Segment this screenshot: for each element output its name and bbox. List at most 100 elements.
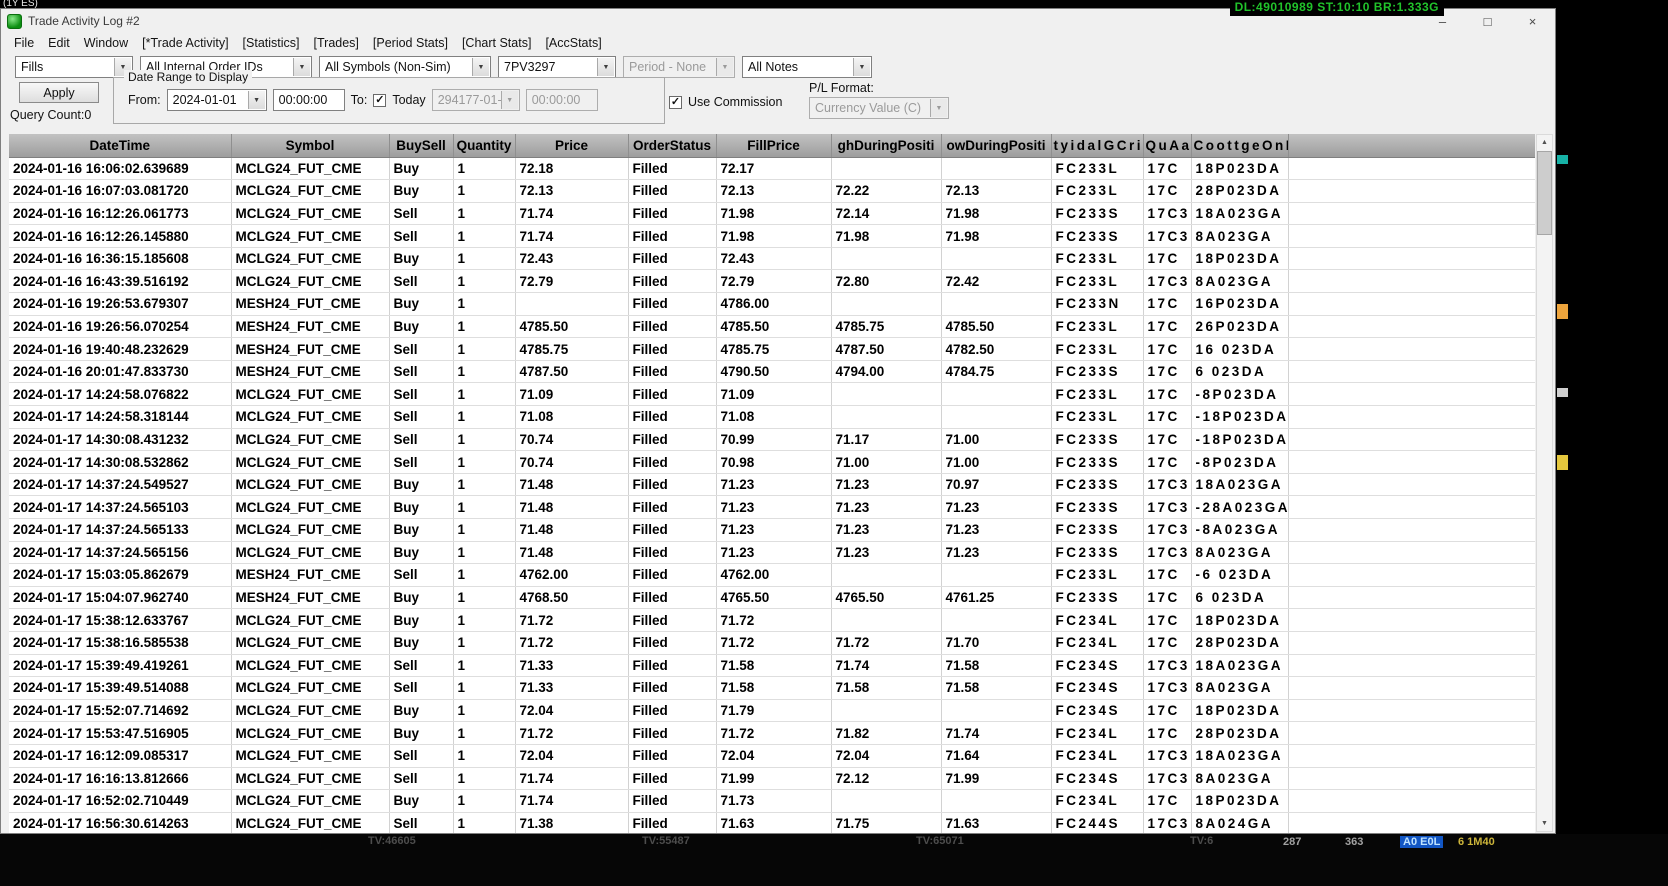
table-row[interactable]: 2024-01-16 16:12:26.145880MCLG24_FUT_CME… xyxy=(9,225,1535,248)
table-row[interactable]: 2024-01-16 19:26:53.679307MESH24_FUT_CME… xyxy=(9,293,1535,316)
table-row[interactable]: 2024-01-17 15:38:16.585538MCLG24_FUT_CME… xyxy=(9,631,1535,654)
chevron-down-icon[interactable]: ▼ xyxy=(853,58,870,76)
table-row[interactable]: 2024-01-17 15:39:49.514088MCLG24_FUT_CME… xyxy=(9,677,1535,700)
table-row[interactable]: 2024-01-17 15:39:49.419261MCLG24_FUT_CME… xyxy=(9,654,1535,677)
cell-fillprice: 4785.50 xyxy=(716,315,831,338)
table-row[interactable]: 2024-01-17 16:52:02.710449MCLG24_FUT_CME… xyxy=(9,790,1535,813)
log-type-select[interactable]: Fills ▼ xyxy=(15,56,133,78)
cell-buysell: Sell xyxy=(389,360,453,383)
menu-chart-stats[interactable]: [Chart Stats] xyxy=(455,35,538,51)
cell-extra3: -18P023DA xyxy=(1191,406,1288,429)
close-button[interactable]: × xyxy=(1510,9,1555,33)
column-header-symbol[interactable]: Symbol xyxy=(231,134,389,157)
table-row[interactable]: 2024-01-17 14:30:08.431232MCLG24_FUT_CME… xyxy=(9,428,1535,451)
cell-filler xyxy=(1288,157,1535,180)
menu-trades[interactable]: [Trades] xyxy=(307,35,366,51)
chevron-down-icon[interactable]: ▼ xyxy=(597,58,614,76)
table-row[interactable]: 2024-01-16 16:06:02.639689MCLG24_FUT_CME… xyxy=(9,157,1535,180)
background-app-right-area xyxy=(1556,8,1668,834)
use-commission-checkbox[interactable]: ✓ xyxy=(669,96,682,109)
table-row[interactable]: 2024-01-17 16:56:30.614263MCLG24_FUT_CME… xyxy=(9,812,1535,833)
column-header-datetime[interactable]: DateTime xyxy=(9,134,231,157)
cell-high_during_position: 71.23 xyxy=(831,473,941,496)
cell-low_during_position: 72.13 xyxy=(941,180,1051,203)
table-row[interactable]: 2024-01-17 14:24:58.318144MCLG24_FUT_CME… xyxy=(9,406,1535,429)
table-row[interactable]: 2024-01-17 15:52:07.714692MCLG24_FUT_CME… xyxy=(9,699,1535,722)
column-header-price[interactable]: Price xyxy=(515,134,628,157)
cell-datetime: 2024-01-17 15:39:49.514088 xyxy=(9,677,231,700)
table-row[interactable]: 2024-01-17 15:04:07.962740MESH24_FUT_CME… xyxy=(9,586,1535,609)
chevron-down-icon[interactable]: ▼ xyxy=(293,58,310,76)
scroll-up-icon[interactable]: ▲ xyxy=(1537,135,1552,150)
cell-price: 4785.50 xyxy=(515,315,628,338)
cell-buysell: Buy xyxy=(389,586,453,609)
table-row[interactable]: 2024-01-16 16:07:03.081720MCLG24_FUT_CME… xyxy=(9,180,1535,203)
cell-low_during_position: 71.64 xyxy=(941,744,1051,767)
table-row[interactable]: 2024-01-17 14:37:24.565103MCLG24_FUT_CME… xyxy=(9,496,1535,519)
menu-period-stats[interactable]: [Period Stats] xyxy=(366,35,455,51)
cell-filler xyxy=(1288,473,1535,496)
cell-low_during_position: 71.23 xyxy=(941,519,1051,542)
menu-edit[interactable]: Edit xyxy=(41,35,77,51)
from-date-select[interactable]: 2024-01-01 ▼ xyxy=(167,89,267,111)
table-row[interactable]: 2024-01-16 19:40:48.232629MESH24_FUT_CME… xyxy=(9,338,1535,361)
table-row[interactable]: 2024-01-17 14:37:24.549527MCLG24_FUT_CME… xyxy=(9,473,1535,496)
cell-low_during_position xyxy=(941,790,1051,813)
cell-extra1: FC233L xyxy=(1051,383,1143,406)
from-date-value: 2024-01-01 xyxy=(173,93,237,107)
app-icon[interactable] xyxy=(7,14,22,29)
menu-file[interactable]: File xyxy=(7,35,41,51)
column-header-extra2[interactable]: QuAaCrn xyxy=(1143,134,1191,157)
column-header-extra3[interactable]: CoottgeOnIn xyxy=(1191,134,1288,157)
column-header-low_during_position[interactable]: owDuringPositi xyxy=(941,134,1051,157)
cell-filler xyxy=(1288,406,1535,429)
column-header-high_during_position[interactable]: ghDuringPositi xyxy=(831,134,941,157)
table-row[interactable]: 2024-01-17 15:53:47.516905MCLG24_FUT_CME… xyxy=(9,722,1535,745)
from-time-input[interactable] xyxy=(273,89,345,111)
table-row[interactable]: 2024-01-16 19:26:56.070254MESH24_FUT_CME… xyxy=(9,315,1535,338)
column-header-extra1[interactable]: tyidalGCric xyxy=(1051,134,1143,157)
cell-high_during_position: 72.14 xyxy=(831,202,941,225)
scroll-down-icon[interactable]: ▼ xyxy=(1537,816,1552,831)
column-header-quantity[interactable]: Quantity xyxy=(453,134,515,157)
column-header-fillprice[interactable]: FillPrice xyxy=(716,134,831,157)
table-row[interactable]: 2024-01-16 16:36:15.185608MCLG24_FUT_CME… xyxy=(9,247,1535,270)
notes-select[interactable]: All Notes ▼ xyxy=(742,56,872,78)
account-select[interactable]: 7PV3297 ▼ xyxy=(498,56,616,78)
menu-trade-activity[interactable]: [*Trade Activity] xyxy=(135,35,235,51)
cell-symbol: MESH24_FUT_CME xyxy=(231,586,389,609)
scrollbar-thumb[interactable] xyxy=(1537,151,1552,235)
cell-quantity: 1 xyxy=(453,338,515,361)
menu-statistics[interactable]: [Statistics] xyxy=(236,35,307,51)
table-row[interactable]: 2024-01-16 16:12:26.061773MCLG24_FUT_CME… xyxy=(9,202,1535,225)
cell-quantity: 1 xyxy=(453,722,515,745)
maximize-button[interactable]: □ xyxy=(1465,9,1510,33)
column-header-orderstatus[interactable]: OrderStatus xyxy=(628,134,716,157)
table-row[interactable]: 2024-01-17 14:30:08.532862MCLG24_FUT_CME… xyxy=(9,451,1535,474)
log-type-value: Fills xyxy=(21,60,43,74)
cell-quantity: 1 xyxy=(453,157,515,180)
table-row[interactable]: 2024-01-17 15:03:05.862679MESH24_FUT_CME… xyxy=(9,564,1535,587)
cell-filler xyxy=(1288,677,1535,700)
cell-filler xyxy=(1288,202,1535,225)
vertical-scrollbar[interactable]: ▲ ▼ xyxy=(1536,134,1553,832)
apply-button[interactable]: Apply xyxy=(19,82,99,103)
table-row[interactable]: 2024-01-17 16:12:09.085317MCLG24_FUT_CME… xyxy=(9,744,1535,767)
table-row[interactable]: 2024-01-17 14:37:24.565156MCLG24_FUT_CME… xyxy=(9,541,1535,564)
table-row[interactable]: 2024-01-17 15:38:12.633767MCLG24_FUT_CME… xyxy=(9,609,1535,632)
symbols-select[interactable]: All Symbols (Non-Sim) ▼ xyxy=(319,56,491,78)
menu-window[interactable]: Window xyxy=(77,35,135,51)
chevron-down-icon[interactable]: ▼ xyxy=(472,58,489,76)
chevron-down-icon[interactable]: ▼ xyxy=(248,91,265,109)
cell-extra2: 17C xyxy=(1143,564,1191,587)
today-checkbox[interactable]: ✓ xyxy=(373,94,386,107)
table-row[interactable]: 2024-01-17 16:16:13.812666MCLG24_FUT_CME… xyxy=(9,767,1535,790)
cell-orderstatus: Filled xyxy=(628,157,716,180)
table-row[interactable]: 2024-01-16 20:01:47.833730MESH24_FUT_CME… xyxy=(9,360,1535,383)
table-row[interactable]: 2024-01-17 14:24:58.076822MCLG24_FUT_CME… xyxy=(9,383,1535,406)
table-row[interactable]: 2024-01-16 16:43:39.516192MCLG24_FUT_CME… xyxy=(9,270,1535,293)
cell-fillprice: 71.23 xyxy=(716,519,831,542)
table-row[interactable]: 2024-01-17 14:37:24.565133MCLG24_FUT_CME… xyxy=(9,519,1535,542)
column-header-buysell[interactable]: BuySell xyxy=(389,134,453,157)
menu-accstats[interactable]: [AccStats] xyxy=(538,35,608,51)
